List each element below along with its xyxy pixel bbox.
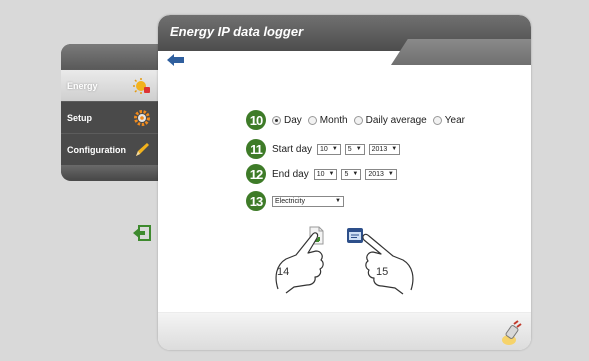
start-day-label: Start day — [272, 143, 313, 155]
step-number: 11 — [246, 139, 266, 159]
side-menu-cap — [61, 44, 162, 69]
radio-button[interactable] — [432, 115, 442, 125]
chevron-down-icon: ▼ — [387, 171, 394, 177]
chevron-down-icon: ▼ — [352, 171, 359, 177]
energy-icon — [132, 76, 152, 96]
start-month-select[interactable]: 5 ▼ — [344, 143, 365, 155]
select-value: 5 — [347, 145, 352, 153]
sidebar-item-setup[interactable]: Setup — [61, 101, 162, 133]
panel-footer — [158, 312, 531, 350]
select-value: 10 — [320, 145, 328, 153]
radio-month[interactable]: Month — [307, 114, 348, 126]
meter-row: 13 Electricity ▼ — [246, 191, 344, 211]
pencil-icon — [132, 140, 152, 160]
gear-icon — [132, 108, 152, 128]
sidebar-item-label: Setup — [67, 112, 93, 123]
side-menu: Energy Setup Configuration — [61, 44, 162, 181]
sidebar-item-label: Configuration — [67, 144, 126, 155]
side-menu-bottom — [61, 165, 162, 179]
plug-icon[interactable] — [500, 320, 522, 346]
sidebar-item-label: Energy — [67, 80, 98, 91]
chevron-down-icon: ▼ — [391, 146, 398, 152]
callout-number: 14 — [277, 266, 290, 278]
radio-daily-average[interactable]: Daily average — [353, 114, 427, 126]
chevron-down-icon: ▼ — [335, 198, 341, 204]
step-number: 10 — [246, 110, 266, 130]
chevron-down-icon: ▼ — [328, 171, 335, 177]
back-arrow-icon[interactable] — [167, 53, 185, 67]
end-month-select[interactable]: 5 ▼ — [341, 168, 362, 180]
chevron-down-icon: ▼ — [355, 146, 362, 152]
chevron-down-icon: ▼ — [331, 146, 338, 152]
select-value: Electricity — [275, 197, 305, 205]
end-day-label: End day — [272, 168, 309, 180]
header-tab — [391, 39, 531, 65]
exit-icon[interactable] — [133, 225, 151, 241]
page-title: Energy IP data logger — [170, 24, 304, 39]
end-day-row: 12 End day 10 ▼ 5 ▼ 2013 ▼ — [246, 164, 397, 184]
meter-select[interactable]: Electricity ▼ — [272, 195, 344, 207]
sidebar-item-energy[interactable]: Energy — [61, 69, 162, 101]
select-value: 5 — [344, 170, 349, 178]
radio-label: Month — [319, 114, 348, 126]
start-day-select[interactable]: 10 ▼ — [317, 143, 341, 155]
select-value: 2013 — [371, 145, 388, 153]
select-value: 10 — [316, 170, 325, 178]
radio-button[interactable] — [353, 115, 363, 125]
radio-year[interactable]: Year — [432, 114, 465, 126]
radio-label: Year — [444, 114, 465, 126]
step-number: 13 — [246, 191, 266, 211]
step-number: 12 — [246, 164, 266, 184]
radio-label: Daily average — [365, 114, 427, 126]
pointing-hand-icon — [362, 233, 414, 295]
radio-button[interactable] — [272, 115, 281, 125]
callout-number: 15 — [376, 266, 389, 278]
end-year-select[interactable]: 2013 ▼ — [365, 168, 397, 180]
start-year-select[interactable]: 2013 ▼ — [368, 143, 401, 155]
start-day-row: 11 Start day 10 ▼ 5 ▼ 2013 ▼ — [246, 139, 401, 159]
select-value: 2013 — [368, 170, 384, 178]
end-day-select[interactable]: 10 ▼ — [313, 168, 338, 180]
period-row: 10 Day Month Daily average Year — [246, 110, 471, 130]
sidebar-item-configuration[interactable]: Configuration — [61, 133, 162, 165]
radio-label: Day — [284, 114, 302, 126]
radio-button[interactable] — [307, 115, 317, 125]
pointing-hand-icon — [275, 232, 324, 294]
radio-day[interactable]: Day — [272, 115, 302, 126]
